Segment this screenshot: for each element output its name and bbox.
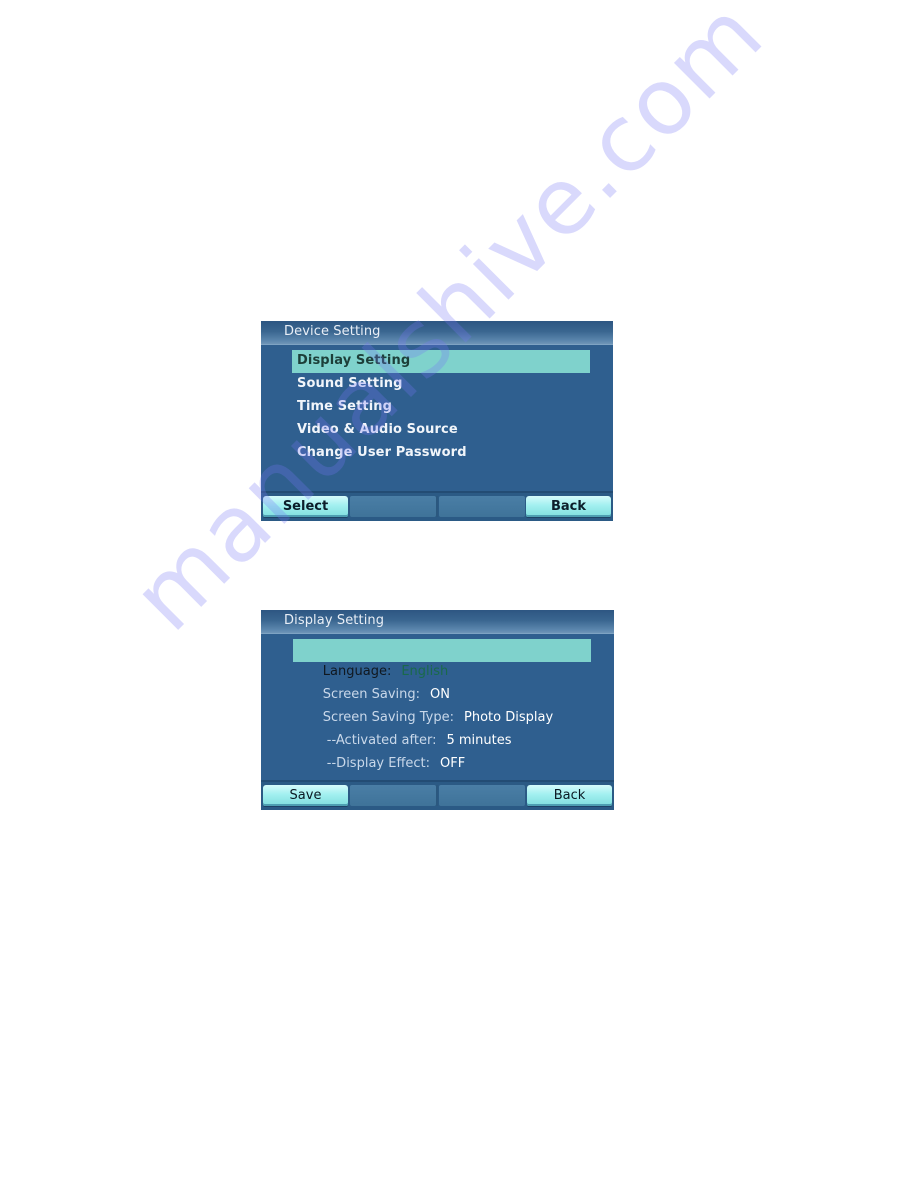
display-setting-title: Display Setting	[284, 613, 385, 628]
setting-label: --Display Effect:	[326, 756, 431, 771]
setting-value: OFF	[440, 756, 466, 771]
button-divider	[436, 785, 438, 806]
setting-value: 5 minutes	[446, 733, 512, 748]
back-button[interactable]: Back	[527, 785, 612, 806]
button-divider	[436, 496, 438, 517]
menu-item-sound-setting[interactable]: Sound Setting	[292, 373, 590, 396]
menu-item-time-setting[interactable]: Time Setting	[292, 396, 590, 419]
setting-label: Screen Saving Type:	[322, 710, 455, 725]
empty-button-slot	[350, 496, 436, 517]
setting-label: Screen Saving:	[322, 687, 421, 702]
device-setting-menu: Display Setting Sound Setting Time Setti…	[292, 350, 590, 465]
save-button[interactable]: Save	[263, 785, 348, 806]
device-setting-header: Device Setting	[261, 321, 613, 345]
setting-value: English	[401, 664, 449, 679]
menu-item-change-user-password[interactable]: Change User Password	[292, 442, 590, 465]
select-button[interactable]: Select	[263, 496, 348, 517]
device-setting-button-bar: Select Back	[261, 491, 613, 521]
setting-label: Language:	[322, 664, 392, 679]
display-setting-screen: Display Setting Language: English Screen …	[261, 610, 614, 810]
setting-row-language[interactable]: Language: English	[293, 639, 591, 679]
setting-label: --Activated after:	[326, 733, 437, 748]
display-setting-list: Language: English Screen Saving: ON Screen…	[293, 639, 591, 794]
display-setting-header: Display Setting	[261, 610, 614, 634]
menu-item-display-setting[interactable]: Display Setting	[292, 350, 590, 373]
menu-item-video-audio-source[interactable]: Video & Audio Source	[292, 419, 590, 442]
empty-button-slot	[439, 785, 525, 806]
display-setting-button-bar: Save Back	[261, 780, 614, 810]
setting-value: ON	[430, 687, 450, 702]
device-setting-title: Device Setting	[284, 324, 381, 339]
empty-button-slot	[439, 496, 525, 517]
setting-value: Photo Display	[464, 710, 554, 725]
device-setting-screen: Device Setting Display Setting Sound Set…	[261, 321, 613, 521]
empty-button-slot	[350, 785, 436, 806]
back-button[interactable]: Back	[526, 496, 611, 517]
